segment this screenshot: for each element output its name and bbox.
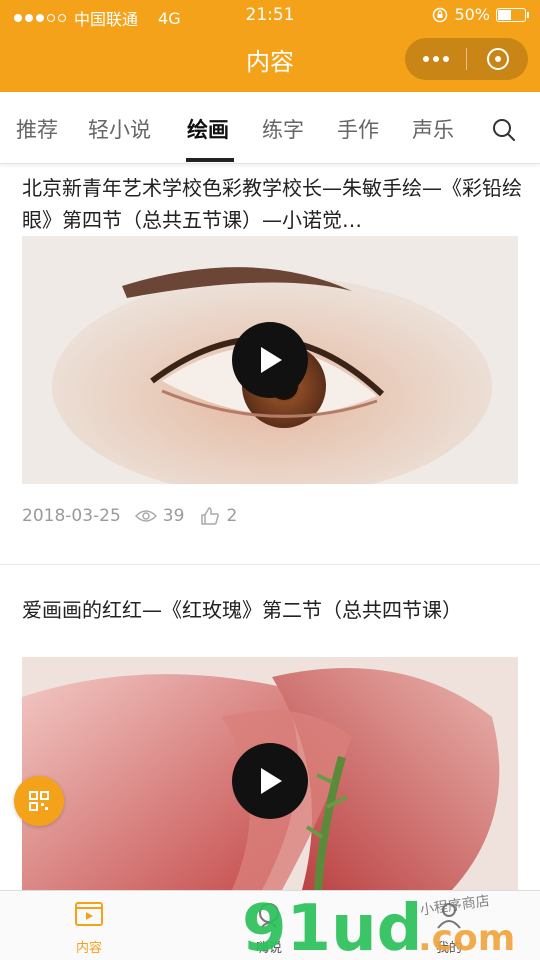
- category-tabs: 推荐 轻小说 绘画 练字 手作 声乐: [0, 92, 540, 164]
- tab-handcraft[interactable]: 手作: [337, 114, 379, 144]
- tab-vocal[interactable]: 声乐: [412, 114, 454, 144]
- like-count: 2: [226, 506, 238, 526]
- nav-content-label: 内容: [75, 941, 102, 956]
- post-title[interactable]: 爱画画的红红—《红玫瑰》第二节（总共四节课）: [22, 594, 502, 626]
- video-icon: [75, 902, 103, 926]
- orientation-lock-icon: [433, 7, 448, 22]
- post-meta: 2018-03-25 39 2: [22, 506, 237, 526]
- target-close-icon[interactable]: [467, 38, 528, 80]
- qr-code-button[interactable]: [14, 776, 64, 826]
- tab-calligraphy[interactable]: 练字: [262, 114, 304, 144]
- thumbs-up-icon[interactable]: [200, 506, 220, 526]
- miniprogram-capsule: [405, 38, 528, 80]
- post-title[interactable]: 北京新青年艺术学校色彩教学校长—朱敏手绘—《彩铅绘眼》第四节（总共五节课）—小诺…: [22, 172, 522, 236]
- play-button[interactable]: [232, 743, 308, 819]
- battery-percent: 50%: [454, 5, 490, 24]
- eye-icon: [134, 510, 157, 522]
- video-thumbnail[interactable]: [22, 236, 518, 484]
- nav-me[interactable]: 我的: [409, 901, 489, 956]
- bottom-nav: 内容 嗨说 我的: [0, 890, 540, 960]
- view-count: 39: [162, 506, 185, 526]
- play-icon: [261, 347, 282, 373]
- play-icon: [261, 768, 282, 794]
- user-icon: [437, 903, 461, 929]
- status-bar: 中国联通 4G 21:51 50%: [0, 0, 540, 30]
- post-date: 2018-03-25: [22, 506, 121, 526]
- chat-icon: [259, 903, 279, 928]
- play-button[interactable]: [232, 322, 308, 398]
- ellipsis-icon[interactable]: [405, 38, 466, 80]
- nav-me-label: 我的: [435, 941, 462, 956]
- video-thumbnail[interactable]: [22, 657, 518, 890]
- battery-icon: [496, 7, 529, 22]
- search-icon[interactable]: [492, 118, 516, 142]
- tab-light-novel[interactable]: 轻小说: [88, 114, 151, 144]
- qr-code-icon: [29, 791, 49, 811]
- nav-chat-label: 嗨说: [255, 941, 282, 956]
- active-tab-indicator: [186, 158, 234, 162]
- tab-painting[interactable]: 绘画: [187, 114, 229, 144]
- header: 中国联通 4G 21:51 50% 内容: [0, 0, 540, 92]
- card-divider: [0, 564, 540, 565]
- nav-content[interactable]: 内容: [49, 901, 129, 956]
- tab-recommend[interactable]: 推荐: [16, 114, 58, 144]
- nav-chat[interactable]: 嗨说: [229, 901, 309, 956]
